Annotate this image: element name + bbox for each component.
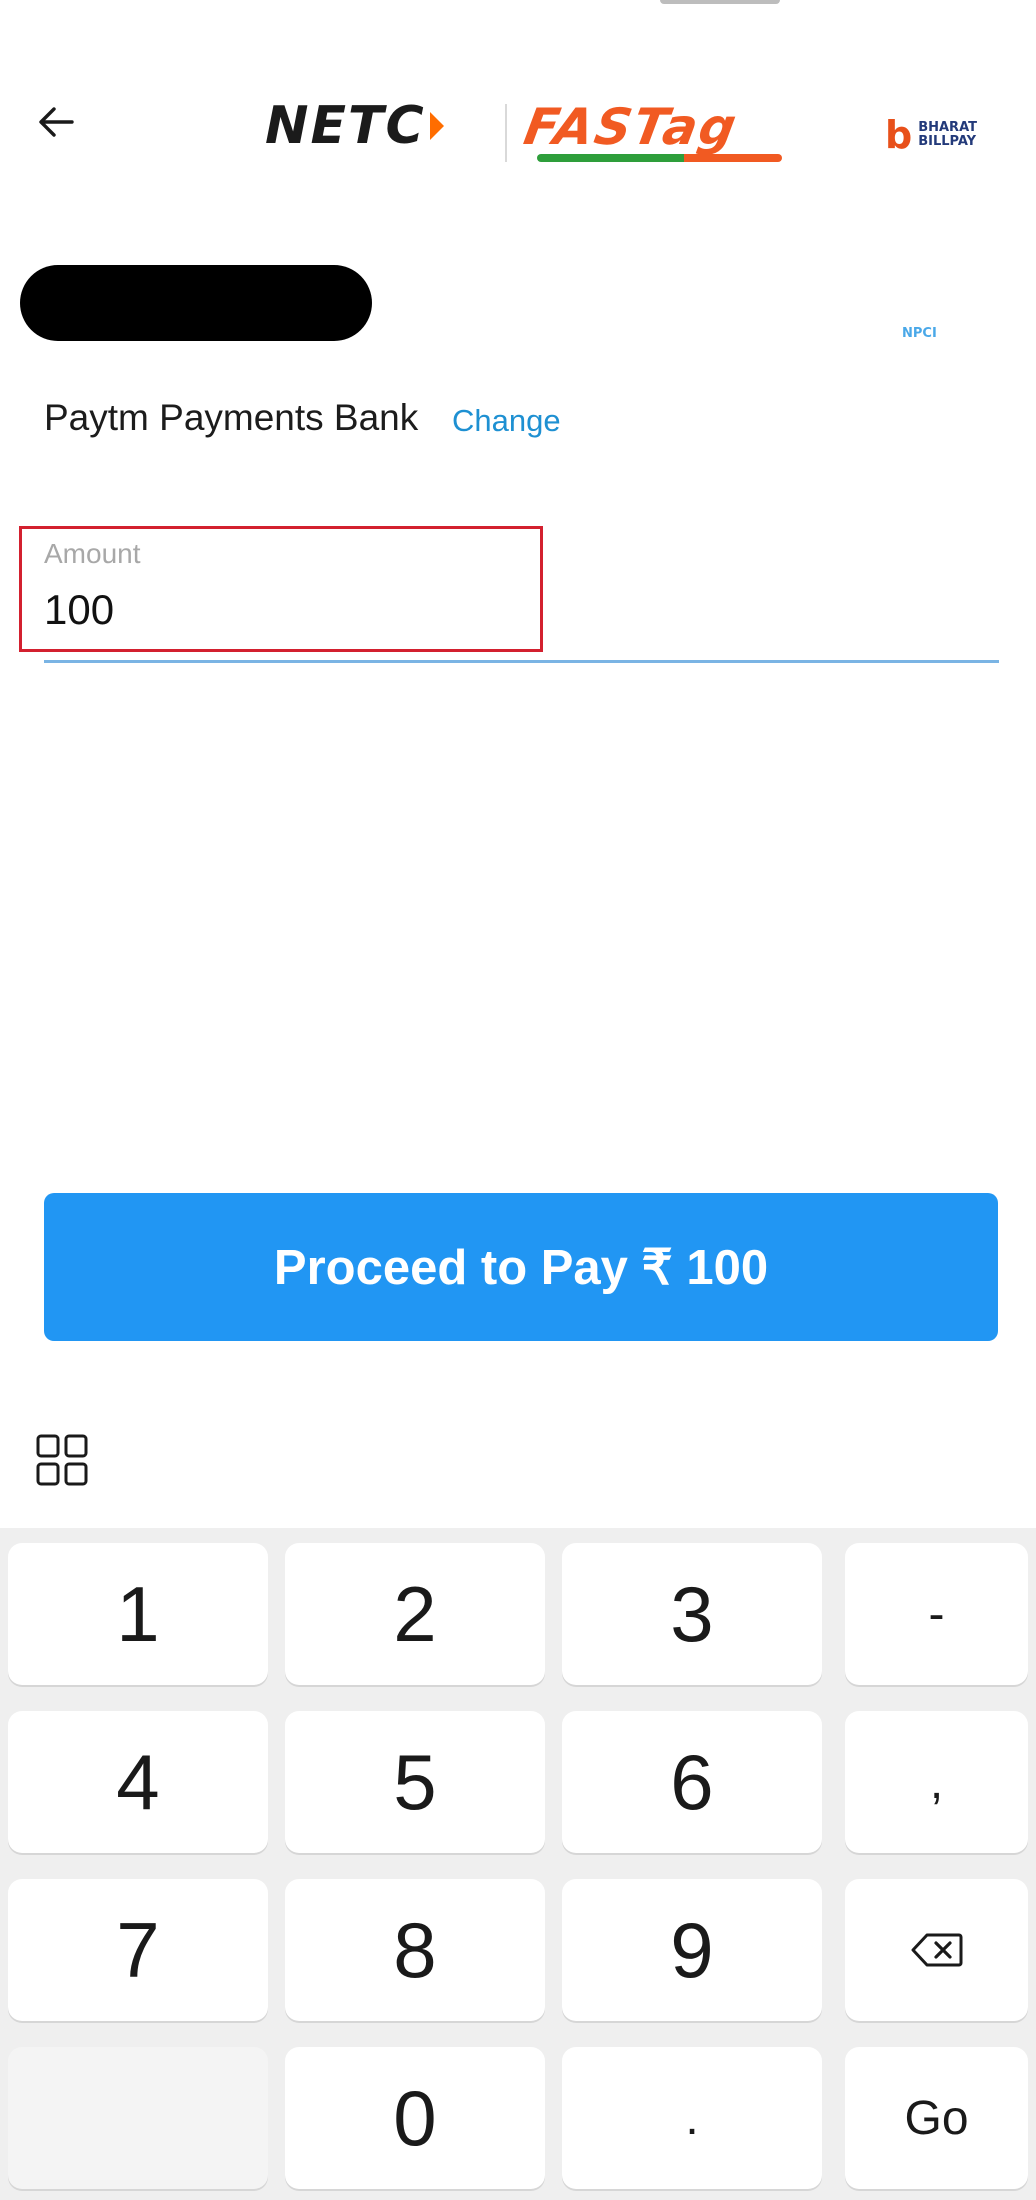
apps-grid-icon [36, 1434, 88, 1486]
keyboard-apps-button[interactable] [34, 1432, 94, 1492]
key-go[interactable]: Go [845, 2047, 1028, 2189]
key-7[interactable]: 7 [8, 1879, 268, 2021]
key-1[interactable]: 1 [8, 1543, 268, 1685]
bharat-billpay-logo: b BHARAT BILLPAY [885, 115, 977, 155]
proceed-to-pay-button[interactable]: Proceed to Pay ₹ 100 [44, 1193, 998, 1341]
key-9[interactable]: 9 [562, 1879, 822, 2021]
top-edge [660, 0, 780, 4]
provider-logo-text: NPCI [902, 326, 937, 341]
netc-logo-text: NETC [265, 96, 426, 156]
back-button[interactable] [30, 96, 82, 148]
key-period[interactable]: . [562, 2047, 822, 2189]
account-name-redacted [20, 265, 372, 341]
key-backspace[interactable] [845, 1879, 1028, 2021]
key-5[interactable]: 5 [285, 1711, 545, 1853]
backspace-icon [911, 1933, 962, 1967]
bbps-text: BHARAT BILLPAY [918, 121, 977, 149]
key-8[interactable]: 8 [285, 1879, 545, 2021]
key-suggestions[interactable] [8, 2047, 268, 2189]
key-3[interactable]: 3 [562, 1543, 822, 1685]
bbps-icon: b [885, 113, 913, 157]
amount-input[interactable] [44, 586, 524, 634]
bank-name: Paytm Payments Bank [44, 397, 419, 438]
key-minus[interactable]: - [845, 1543, 1028, 1685]
amount-underline [44, 660, 999, 663]
numeric-keyboard: 1 2 3 - 4 5 6 , 7 8 9 0 . Go [0, 1528, 1036, 2200]
bbps-text-line-2: BILLPAY [918, 134, 977, 149]
logo-divider [505, 104, 507, 162]
key-0[interactable]: 0 [285, 2047, 545, 2189]
netc-logo: NETC [265, 96, 444, 156]
amount-label: Amount [44, 538, 141, 569]
key-6[interactable]: 6 [562, 1711, 822, 1853]
fastag-logo: FASTag [520, 96, 782, 166]
bbps-text-line-1: BHARAT [918, 120, 977, 135]
key-comma[interactable]: , [845, 1711, 1028, 1853]
key-4[interactable]: 4 [8, 1711, 268, 1853]
change-bank-link[interactable]: Change [452, 403, 561, 439]
arrow-left-icon [39, 107, 74, 137]
key-2[interactable]: 2 [285, 1543, 545, 1685]
fastag-logo-text: FASTag [519, 98, 743, 156]
provider-logo: NPCI [902, 326, 937, 341]
netc-mark-icon [429, 112, 444, 140]
